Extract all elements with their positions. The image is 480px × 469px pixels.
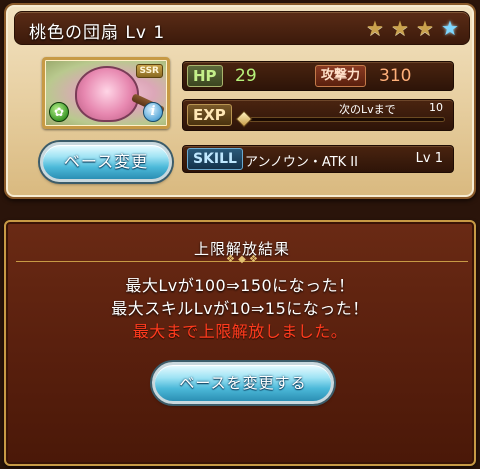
wind-element-icon: ✿ xyxy=(49,102,69,122)
result-line-max-reached: 最大まで上限解放しました。 xyxy=(132,322,348,341)
skill-name: アンノウン・ATK II xyxy=(245,155,358,170)
atk-label: 攻撃力 xyxy=(315,65,367,87)
exp-bar-knob xyxy=(235,110,253,128)
rarity-stars: ★ ★ ★ ★ xyxy=(364,17,461,39)
result-dialog: 上限解放結果 ❖ ◆ ❖ 最大Lvが100⇒150になった！ 最大スキルLvが1… xyxy=(4,220,476,466)
fan-illustration xyxy=(75,66,139,122)
star-icon: ★ xyxy=(391,16,409,40)
ornament-divider: ❖ ◆ ❖ xyxy=(226,254,258,265)
item-title: 桃色の団扇 Lv 1 xyxy=(29,23,166,43)
hp-atk-row: HP 29 攻撃力 310 xyxy=(182,61,454,91)
exp-label: EXP xyxy=(187,104,232,126)
skill-row: SKILL アンノウン・ATK II Lv 1 xyxy=(182,145,454,173)
skill-label: SKILL xyxy=(187,148,243,170)
star-icon: ★ xyxy=(441,16,459,40)
atk-value: 310 xyxy=(379,66,412,86)
title-bar: 桃色の団扇 Lv 1 ★ ★ ★ ★ xyxy=(14,11,470,45)
hp-label: HP xyxy=(187,65,223,87)
result-line-max-level: 最大Lvが100⇒150になった！ xyxy=(125,276,355,295)
info-icon[interactable]: i xyxy=(143,102,163,122)
result-message: 最大Lvが100⇒150になった！ 最大スキルLvが10⇒15になった！ 最大ま… xyxy=(6,274,474,343)
skill-level: Lv 1 xyxy=(415,151,443,166)
exp-row: EXP 次のLvまで 10 xyxy=(182,99,454,131)
exp-bar xyxy=(235,110,445,128)
rarity-badge: SSR xyxy=(135,64,163,78)
next-level-value: 10 xyxy=(429,101,443,114)
star-icon: ★ xyxy=(366,16,384,40)
hp-value: 29 xyxy=(235,66,257,86)
item-detail-card: 桃色の団扇 Lv 1 ★ ★ ★ ★ SSR ✿ i ベース変更 HP 29 攻… xyxy=(4,3,476,199)
item-portrait[interactable]: SSR ✿ i xyxy=(42,57,170,129)
result-line-max-skill: 最大スキルLvが10⇒15になった！ xyxy=(111,299,369,318)
next-level-label: 次のLvまで xyxy=(339,103,396,116)
change-base-button[interactable]: ベースを変更する xyxy=(152,362,334,404)
star-icon: ★ xyxy=(416,16,434,40)
base-change-button[interactable]: ベース変更 xyxy=(40,142,172,182)
